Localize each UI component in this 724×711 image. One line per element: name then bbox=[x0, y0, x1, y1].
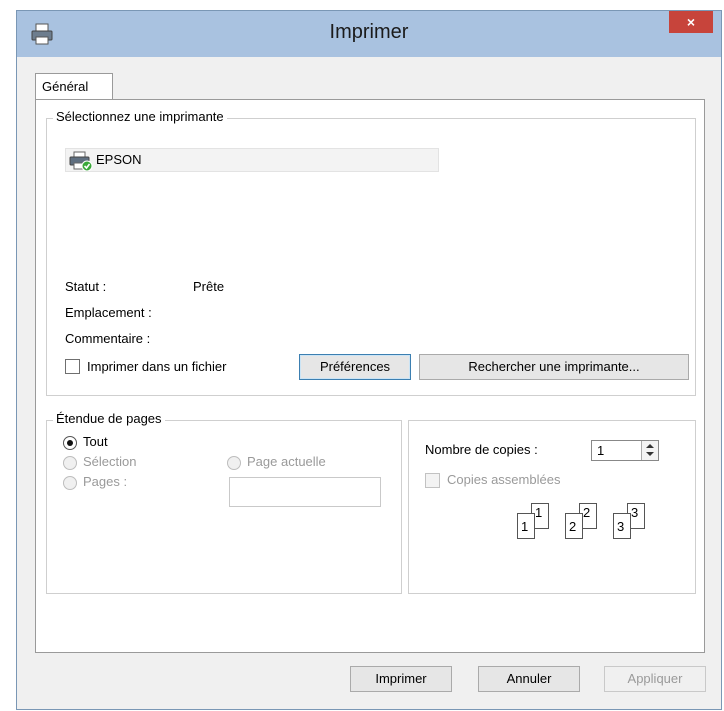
radio-selection-label: Sélection bbox=[83, 454, 137, 469]
page-range-groupbox: Étendue de pages Tout Sélection Page act… bbox=[46, 411, 402, 594]
printer-name: EPSON bbox=[96, 152, 142, 167]
printer-group-legend: Sélectionnez une imprimante bbox=[53, 109, 227, 124]
print-to-file-checkbox[interactable] bbox=[65, 359, 80, 374]
pages-input[interactable] bbox=[229, 477, 381, 507]
copies-spinner[interactable]: 1 bbox=[591, 440, 659, 461]
radio-all-label: Tout bbox=[83, 434, 108, 449]
close-icon: × bbox=[686, 14, 696, 30]
tab-general[interactable]: Général bbox=[35, 73, 113, 99]
radio-selection[interactable] bbox=[63, 456, 77, 470]
comment-label: Commentaire : bbox=[65, 331, 151, 346]
copies-value: 1 bbox=[597, 443, 605, 458]
title-bar[interactable]: Imprimer × bbox=[17, 11, 721, 57]
spinner-down-icon[interactable] bbox=[646, 452, 654, 456]
page-range-legend: Étendue de pages bbox=[53, 411, 165, 426]
general-panel: Sélectionnez une imprimante EPSON Statut… bbox=[35, 99, 705, 653]
spinner-up-icon[interactable] bbox=[646, 444, 654, 448]
close-button[interactable]: × bbox=[669, 11, 713, 33]
find-printer-button[interactable]: Rechercher une imprimante... bbox=[419, 354, 689, 380]
collate-number: 3 bbox=[617, 519, 625, 534]
copies-label: Nombre de copies : bbox=[425, 442, 538, 457]
collate-checkbox[interactable] bbox=[425, 473, 440, 488]
print-to-file-label: Imprimer dans un fichier bbox=[87, 359, 227, 374]
collate-preview: 1 1 2 2 3 3 bbox=[517, 501, 663, 553]
print-dialog: Imprimer × Général Sélectionnez une impr… bbox=[16, 10, 722, 710]
collate-number: 1 bbox=[535, 505, 543, 520]
status-label: Statut : bbox=[65, 279, 107, 294]
preferences-button[interactable]: Préférences bbox=[299, 354, 411, 380]
radio-current-page[interactable] bbox=[227, 456, 241, 470]
collate-number: 3 bbox=[631, 505, 639, 520]
window-title: Imprimer bbox=[329, 21, 409, 43]
copies-groupbox: Nombre de copies : 1 Copies assemblées 1… bbox=[408, 420, 696, 594]
collate-number: 2 bbox=[569, 519, 577, 534]
printer-ready-icon bbox=[69, 151, 93, 172]
spinner-buttons[interactable] bbox=[641, 441, 658, 460]
collate-label: Copies assemblées bbox=[447, 472, 561, 487]
radio-pages-label: Pages : bbox=[83, 474, 128, 489]
printer-list-item-epson[interactable]: EPSON bbox=[65, 148, 439, 172]
radio-all[interactable] bbox=[63, 436, 77, 450]
radio-current-page-label: Page actuelle bbox=[247, 454, 326, 469]
cancel-button[interactable]: Annuler bbox=[478, 666, 580, 692]
apply-button[interactable]: Appliquer bbox=[604, 666, 706, 692]
collate-number: 1 bbox=[521, 519, 529, 534]
collate-number: 2 bbox=[583, 505, 591, 520]
tab-general-label: Général bbox=[42, 79, 89, 94]
print-button[interactable]: Imprimer bbox=[350, 666, 452, 692]
location-label: Emplacement : bbox=[65, 305, 152, 320]
status-value: Prête bbox=[193, 279, 225, 294]
radio-pages[interactable] bbox=[63, 476, 77, 490]
printer-groupbox: Sélectionnez une imprimante EPSON Statut… bbox=[46, 109, 696, 396]
